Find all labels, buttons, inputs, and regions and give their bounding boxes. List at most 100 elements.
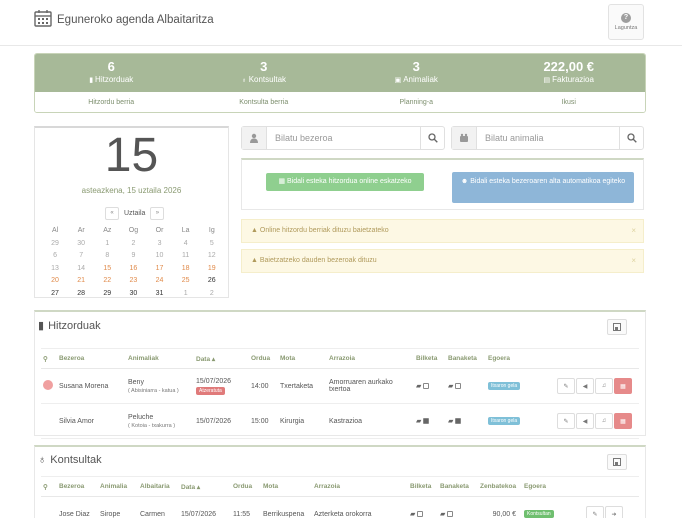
col-header[interactable]: Zenbatekoa <box>478 476 522 497</box>
cell-animal[interactable]: Beny( Abisiniarra - katua ) <box>126 368 194 404</box>
calendar-day[interactable]: 13 <box>42 263 68 276</box>
calendar-day[interactable]: 14 <box>68 263 94 276</box>
calendar-day[interactable]: 25 <box>173 275 199 288</box>
table-row[interactable]: Jose Diaz Sirope Carmen 15/07/2026 11:55… <box>41 496 639 518</box>
prev-month-button[interactable]: « <box>105 207 119 220</box>
calendar-day[interactable]: 2 <box>199 288 225 301</box>
view-billing-link[interactable]: Ikusi <box>493 92 646 112</box>
calendar-day[interactable]: 9 <box>120 250 146 263</box>
calendar-day-selected[interactable]: 15 <box>94 263 120 276</box>
alert-pending-clients[interactable]: ▲ Baietzatzeko dauden bezeroak dituzu × <box>241 249 644 273</box>
search-icon[interactable] <box>619 127 643 149</box>
close-icon[interactable]: × <box>631 250 636 272</box>
table-row[interactable]: Silvia Amor Peluche( Kotoia - txakurra )… <box>41 403 639 439</box>
calendar-day[interactable]: 29 <box>94 288 120 301</box>
calendar-day[interactable]: 24 <box>147 275 173 288</box>
notify-button[interactable]: ♫ <box>595 413 613 429</box>
calendar-day[interactable]: 26 <box>199 275 225 288</box>
cancel-appointment-button[interactable]: ▦ <box>614 413 632 429</box>
calendar-day[interactable]: 4 <box>173 238 199 251</box>
calendar-day[interactable]: 17 <box>147 263 173 276</box>
pickup-checkbox[interactable] <box>423 383 430 390</box>
col-header[interactable]: Banaketa <box>438 476 478 497</box>
call-button[interactable]: ◀ <box>576 413 594 429</box>
col-header[interactable]: Animaliak <box>126 348 194 369</box>
calendar-day[interactable]: 1 <box>94 238 120 251</box>
col-header[interactable]: Banaketa <box>446 348 486 369</box>
calendar-day[interactable]: 30 <box>120 288 146 301</box>
col-header[interactable]: Bezeroa <box>57 476 98 497</box>
calendar-day[interactable]: 3 <box>147 238 173 251</box>
calendar-day[interactable]: 22 <box>94 275 120 288</box>
cell-client[interactable]: Silvia Amor <box>57 403 126 439</box>
calendar-day[interactable]: 28 <box>68 288 94 301</box>
col-header[interactable]: Ordua <box>231 476 261 497</box>
calendar-day[interactable]: 11 <box>173 250 199 263</box>
calendar-day[interactable]: 31 <box>147 288 173 301</box>
col-header[interactable]: Arrazoia <box>312 476 408 497</box>
client-search-input[interactable] <box>267 127 420 149</box>
calendar-day[interactable]: 29 <box>42 238 68 251</box>
col-header[interactable]: Bilketa <box>408 476 438 497</box>
calendar-day[interactable]: 12 <box>199 250 225 263</box>
col-header[interactable]: Mota <box>261 476 312 497</box>
col-header[interactable]: Data ▴ <box>179 476 231 497</box>
col-header[interactable]: Bilketa <box>414 348 446 369</box>
calendar-day[interactable]: 21 <box>68 275 94 288</box>
edit-button[interactable]: ✎ <box>557 413 575 429</box>
calendar-day[interactable]: 8 <box>94 250 120 263</box>
calendar-day[interactable]: 10 <box>147 250 173 263</box>
expand-panel-button[interactable] <box>607 454 627 470</box>
calendar-day[interactable]: 27 <box>42 288 68 301</box>
cell-animal[interactable]: Sirope <box>98 496 138 518</box>
new-appointment-link[interactable]: Hitzordu berria <box>35 92 188 112</box>
calendar-day[interactable]: 6 <box>42 250 68 263</box>
send-client-registration-link-button[interactable]: ☻ Bidali esteka bezeroaren alta automati… <box>452 172 634 203</box>
col-header[interactable]: Egoera <box>522 476 584 497</box>
bookmark-icon: ⚲ <box>41 348 57 369</box>
calendar-day[interactable]: 19 <box>199 263 225 276</box>
planning-link[interactable]: Planning-a <box>340 92 493 112</box>
delivery-checkbox[interactable] <box>455 383 462 390</box>
delivery-checkbox[interactable] <box>447 511 454 518</box>
calendar-day[interactable]: 18 <box>173 263 199 276</box>
edit-button[interactable]: ✎ <box>557 378 575 394</box>
col-header[interactable]: Data ▴ <box>194 348 249 369</box>
col-header[interactable]: Mota <box>278 348 327 369</box>
send-online-appointment-link-button[interactable]: ▦ Bidali esteka hitzordua online eskatze… <box>266 173 424 191</box>
calendar-day[interactable]: 23 <box>120 275 146 288</box>
search-icon[interactable] <box>420 127 444 149</box>
calendar-day[interactable]: 20 <box>42 275 68 288</box>
cancel-appointment-button[interactable]: ▦ <box>614 378 632 394</box>
expand-panel-button[interactable] <box>607 319 627 335</box>
pickup-checkbox[interactable] <box>423 418 430 425</box>
pickup-checkbox[interactable] <box>417 511 424 518</box>
cell-animal[interactable]: Peluche( Kotoia - txakurra ) <box>126 403 194 439</box>
col-header[interactable]: Albaitaria <box>138 476 179 497</box>
calendar-day[interactable]: 1 <box>173 288 199 301</box>
help-button[interactable]: ? Laguntza <box>608 4 644 40</box>
animal-search-input[interactable] <box>477 127 619 149</box>
cell-client[interactable]: Jose Diaz <box>57 496 98 518</box>
edit-button[interactable]: ✎ <box>586 506 604 518</box>
cell-client[interactable]: Susana Morena <box>57 368 126 404</box>
col-header[interactable]: Arrazoia <box>327 348 414 369</box>
next-month-button[interactable]: » <box>150 207 165 220</box>
delivery-checkbox[interactable] <box>455 418 462 425</box>
call-button[interactable]: ◀ <box>576 378 594 394</box>
col-header[interactable]: Animalia <box>98 476 138 497</box>
col-header[interactable]: Egoera <box>486 348 555 369</box>
calendar-day[interactable]: 30 <box>68 238 94 251</box>
close-icon[interactable]: × <box>631 220 636 242</box>
open-button[interactable]: ➜ <box>605 506 623 518</box>
alert-online-appointments[interactable]: ▲ Online hitzordu berriak dituzu baietza… <box>241 219 644 243</box>
col-header[interactable]: Bezeroa <box>57 348 126 369</box>
calendar-day[interactable]: 7 <box>68 250 94 263</box>
calendar-day[interactable]: 16 <box>120 263 146 276</box>
calendar-day[interactable]: 5 <box>199 238 225 251</box>
col-header[interactable]: Ordua <box>249 348 278 369</box>
table-row[interactable]: Susana Morena Beny( Abisiniarra - katua … <box>41 368 639 404</box>
notify-button[interactable]: ♫ <box>595 378 613 394</box>
new-consultation-link[interactable]: Kontsulta berria <box>188 92 341 112</box>
calendar-day[interactable]: 2 <box>120 238 146 251</box>
